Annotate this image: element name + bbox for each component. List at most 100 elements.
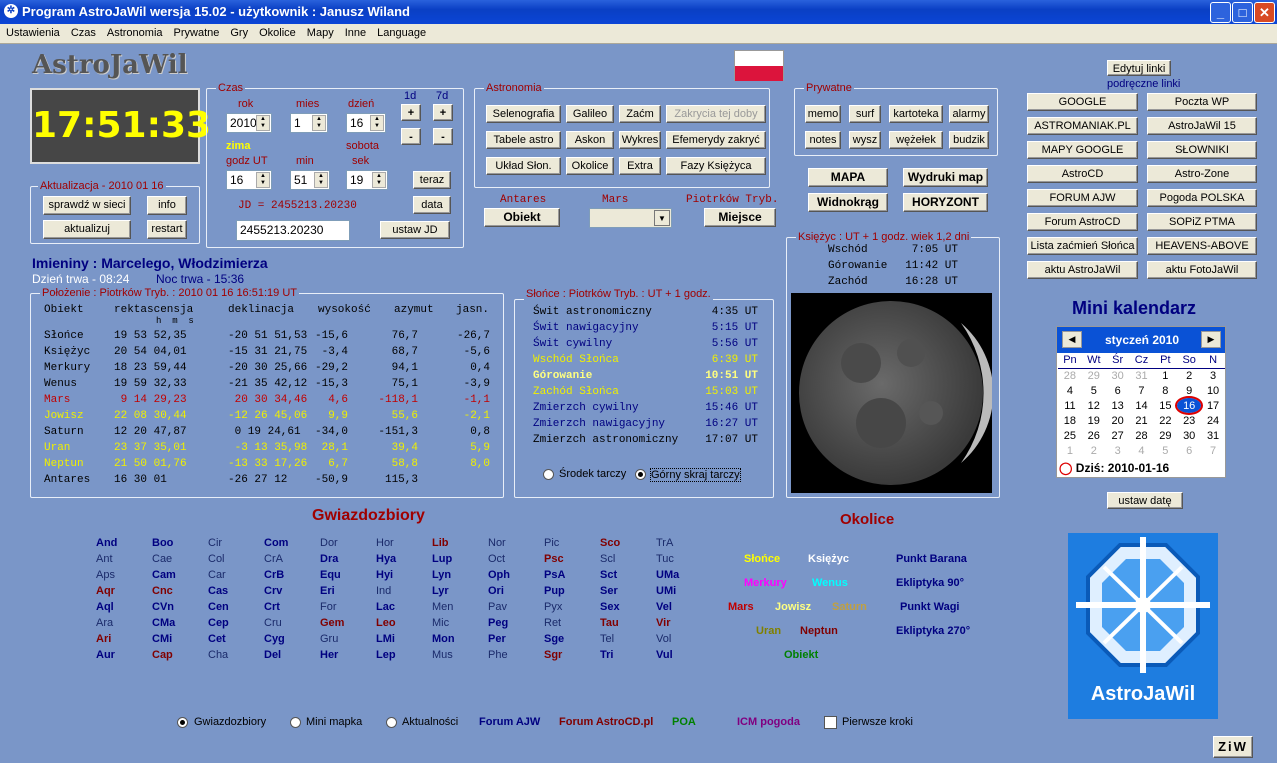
calendar-day[interactable]: 14 <box>1130 398 1154 413</box>
selenografia-button[interactable]: Selenografia <box>486 105 561 123</box>
constellation-link[interactable]: CMi <box>152 633 172 645</box>
okolice-button[interactable]: Okolice <box>566 157 614 175</box>
alarmy-button[interactable]: alarmy <box>949 105 989 123</box>
calendar-day[interactable]: 2 <box>1082 443 1106 458</box>
constellation-link[interactable]: Mic <box>432 617 449 629</box>
calendar-day[interactable]: 27 <box>1106 428 1130 443</box>
wysz-button[interactable]: wysz <box>849 131 881 149</box>
aktualizuj-button[interactable]: aktualizuj <box>43 220 131 239</box>
constellation-link[interactable]: Per <box>488 633 506 645</box>
restart-button[interactable]: restart <box>147 220 187 239</box>
calendar-today[interactable]: ◯ Dziś: 2010-01-16 <box>1059 461 1169 475</box>
galileo-button[interactable]: Galileo <box>566 105 614 123</box>
constellation-link[interactable]: Ari <box>96 633 111 645</box>
spin-arrows-icon[interactable]: ▲ ▼ <box>256 115 270 131</box>
link-button[interactable]: Astro-Zone <box>1147 165 1257 183</box>
gorny-radio[interactable] <box>635 469 646 480</box>
constellation-link[interactable]: Cha <box>208 649 228 661</box>
wezelek-button[interactable]: wężełek <box>889 131 943 149</box>
miejsce-button[interactable]: Miejsce <box>704 208 776 227</box>
link-button[interactable]: Forum AstroCD <box>1027 213 1138 231</box>
poa-link[interactable]: POA <box>672 716 696 728</box>
ustaw-date-button[interactable]: ustaw datę <box>1107 492 1183 509</box>
teraz-button[interactable]: teraz <box>413 171 451 189</box>
calendar-day[interactable]: 28 <box>1058 368 1082 383</box>
constellation-link[interactable]: Sgr <box>544 649 562 661</box>
plus-7d-button[interactable]: + <box>433 104 453 121</box>
constellation-link[interactable]: Lep <box>376 649 396 661</box>
zacm-button[interactable]: Zaćm <box>619 105 661 123</box>
constellation-link[interactable]: Vir <box>656 617 670 629</box>
calendar-day[interactable]: 1 <box>1058 443 1082 458</box>
constellation-link[interactable]: Col <box>208 553 225 565</box>
min-spinner[interactable]: 51 ▲ ▼ <box>290 170 330 190</box>
constellation-link[interactable]: Gem <box>320 617 344 629</box>
constellation-link[interactable]: Ant <box>96 553 113 565</box>
calendar-day[interactable]: 1 <box>1153 368 1177 383</box>
constellation-link[interactable]: Lyn <box>432 569 451 581</box>
rok-spinner[interactable]: 2010 ▲ ▼ <box>226 113 272 133</box>
calendar-day[interactable]: 26 <box>1082 428 1106 443</box>
constellation-link[interactable]: Sco <box>600 537 620 549</box>
constellation-link[interactable]: Cet <box>208 633 226 645</box>
forum-ajw-link[interactable]: Forum AJW <box>479 716 540 728</box>
constellation-link[interactable]: Sge <box>544 633 564 645</box>
link-button[interactable]: SOPiZ PTMA <box>1147 213 1257 231</box>
sek-spinner[interactable]: 19 ▲ ▼ <box>346 170 388 190</box>
data-button[interactable]: data <box>413 196 451 214</box>
godz-spinner[interactable]: 16 ▲ ▼ <box>226 170 272 190</box>
constellation-link[interactable]: Aur <box>96 649 115 661</box>
calendar-day[interactable]: 29 <box>1082 368 1106 383</box>
constellation-link[interactable]: Sct <box>600 569 617 581</box>
calendar-day[interactable]: 4 <box>1130 443 1154 458</box>
constellation-link[interactable]: Hyi <box>376 569 393 581</box>
surf-button[interactable]: surf <box>849 105 881 123</box>
calendar-day[interactable]: 9 <box>1177 383 1201 398</box>
link-button[interactable]: GOOGLE <box>1027 93 1138 111</box>
okolice-link[interactable]: Wenus <box>812 577 848 589</box>
constellation-link[interactable]: Mus <box>432 649 453 661</box>
calendar-day[interactable]: 11 <box>1058 398 1082 413</box>
link-button[interactable]: MAPY GOOGLE <box>1027 141 1138 159</box>
calendar-day[interactable]: 13 <box>1106 398 1130 413</box>
chevron-down-icon[interactable]: ▼ <box>654 210 670 226</box>
calendar-day[interactable]: 28 <box>1130 428 1154 443</box>
link-button[interactable]: AstroCD <box>1027 165 1138 183</box>
okolice-link[interactable]: Ekliptyka 90° <box>896 577 964 589</box>
okolice-link[interactable]: Punkt Wagi <box>900 601 959 613</box>
minimize-button[interactable]: _ <box>1210 2 1231 23</box>
plus-1d-button[interactable]: + <box>401 104 421 121</box>
calendar-day[interactable]: 18 <box>1058 413 1082 428</box>
constellation-link[interactable]: Lup <box>432 553 452 565</box>
constellation-link[interactable]: LMi <box>376 633 395 645</box>
constellation-link[interactable]: Dra <box>320 553 338 565</box>
constellation-link[interactable]: Ser <box>600 585 618 597</box>
menu-inne[interactable]: Inne <box>339 24 371 39</box>
constellation-link[interactable]: Psc <box>544 553 564 565</box>
menu-ustawienia[interactable]: Ustawienia <box>0 24 65 39</box>
constellation-link[interactable]: Lac <box>376 601 395 613</box>
link-button[interactable]: SŁOWNIKI <box>1147 141 1257 159</box>
aktualnosci-radio[interactable] <box>386 717 397 728</box>
constellation-link[interactable]: Cen <box>208 601 229 613</box>
constellation-link[interactable]: CMa <box>152 617 175 629</box>
constellation-link[interactable]: CVn <box>152 601 174 613</box>
close-button[interactable]: ✕ <box>1254 2 1275 23</box>
constellation-link[interactable]: CrA <box>264 553 283 565</box>
calendar-day[interactable]: 5 <box>1082 383 1106 398</box>
menu-language[interactable]: Language <box>371 24 431 39</box>
edytuj-linki-button[interactable]: Edytuj linki <box>1107 60 1171 76</box>
constellation-link[interactable]: Ara <box>96 617 113 629</box>
uklad-slon-button[interactable]: Układ Słon. <box>486 157 561 175</box>
menu-astronomia[interactable]: Astronomia <box>101 24 168 39</box>
calendar-day[interactable]: 25 <box>1058 428 1082 443</box>
constellation-link[interactable]: Pic <box>544 537 559 549</box>
pierwsze-kroki-checkbox[interactable] <box>824 716 837 729</box>
constellation-link[interactable]: Eri <box>320 585 335 597</box>
constellation-link[interactable]: Cas <box>208 585 228 597</box>
constellation-link[interactable]: Oct <box>488 553 505 565</box>
constellation-link[interactable]: Peg <box>488 617 508 629</box>
constellation-link[interactable]: Ori <box>488 585 504 597</box>
wydruki-map-button[interactable]: Wydruki map <box>903 168 988 187</box>
menu-gry[interactable]: Gry <box>224 24 253 39</box>
